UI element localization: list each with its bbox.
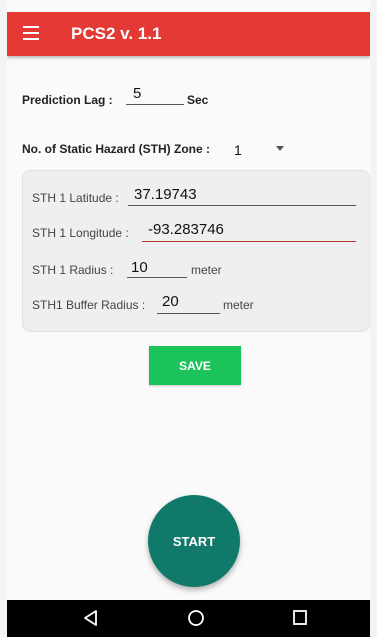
- sth-radius-input[interactable]: 10: [131, 259, 148, 276]
- sth-latitude-label: STH 1 Latitude :: [32, 191, 119, 205]
- prediction-lag-unit: Sec: [187, 93, 209, 107]
- prediction-lag-label: Prediction Lag :: [22, 93, 113, 107]
- sth-settings-card: STH 1 Latitude : 37.19743 STH 1 Longitud…: [22, 170, 370, 332]
- hamburger-menu-icon[interactable]: [23, 26, 39, 40]
- sth-radius-label: STH 1 Radius :: [32, 263, 114, 277]
- sth-latitude-input[interactable]: 37.19743: [134, 186, 197, 203]
- app-title: PCS2 v. 1.1: [71, 24, 162, 43]
- recents-square-icon[interactable]: [292, 609, 308, 627]
- back-triangle-icon[interactable]: [82, 609, 98, 627]
- prediction-lag-input[interactable]: 5: [133, 85, 141, 102]
- sth-radius-unit: meter: [191, 263, 222, 277]
- sth-radius-underline: [127, 277, 187, 278]
- sth-longitude-label: STH 1 Longitude :: [32, 226, 129, 240]
- sth-buffer-radius-unit: meter: [223, 298, 254, 312]
- save-button[interactable]: SAVE: [149, 346, 241, 385]
- sth-zone-count-label: No. of Static Hazard (STH) Zone :: [22, 142, 211, 156]
- system-navigation-bar: [7, 600, 370, 637]
- start-button[interactable]: START: [148, 495, 240, 587]
- sth-longitude-input[interactable]: -93.283746: [148, 221, 224, 238]
- sth-latitude-underline: [128, 205, 356, 206]
- sth-buffer-radius-input[interactable]: 20: [162, 293, 179, 310]
- home-circle-icon[interactable]: [187, 609, 205, 627]
- sth-buffer-radius-underline: [157, 313, 220, 314]
- app-screen: PCS2 v. 1.1 Prediction Lag : 5 Sec No. o…: [7, 0, 370, 637]
- sth-buffer-radius-label: STH1 Buffer Radius :: [32, 298, 146, 312]
- sth-zone-count-select[interactable]: 1: [234, 142, 242, 158]
- sth-longitude-underline: [142, 241, 356, 242]
- prediction-lag-underline: [126, 104, 184, 105]
- dropdown-arrow-icon[interactable]: [276, 146, 284, 151]
- app-bar: PCS2 v. 1.1: [7, 12, 370, 56]
